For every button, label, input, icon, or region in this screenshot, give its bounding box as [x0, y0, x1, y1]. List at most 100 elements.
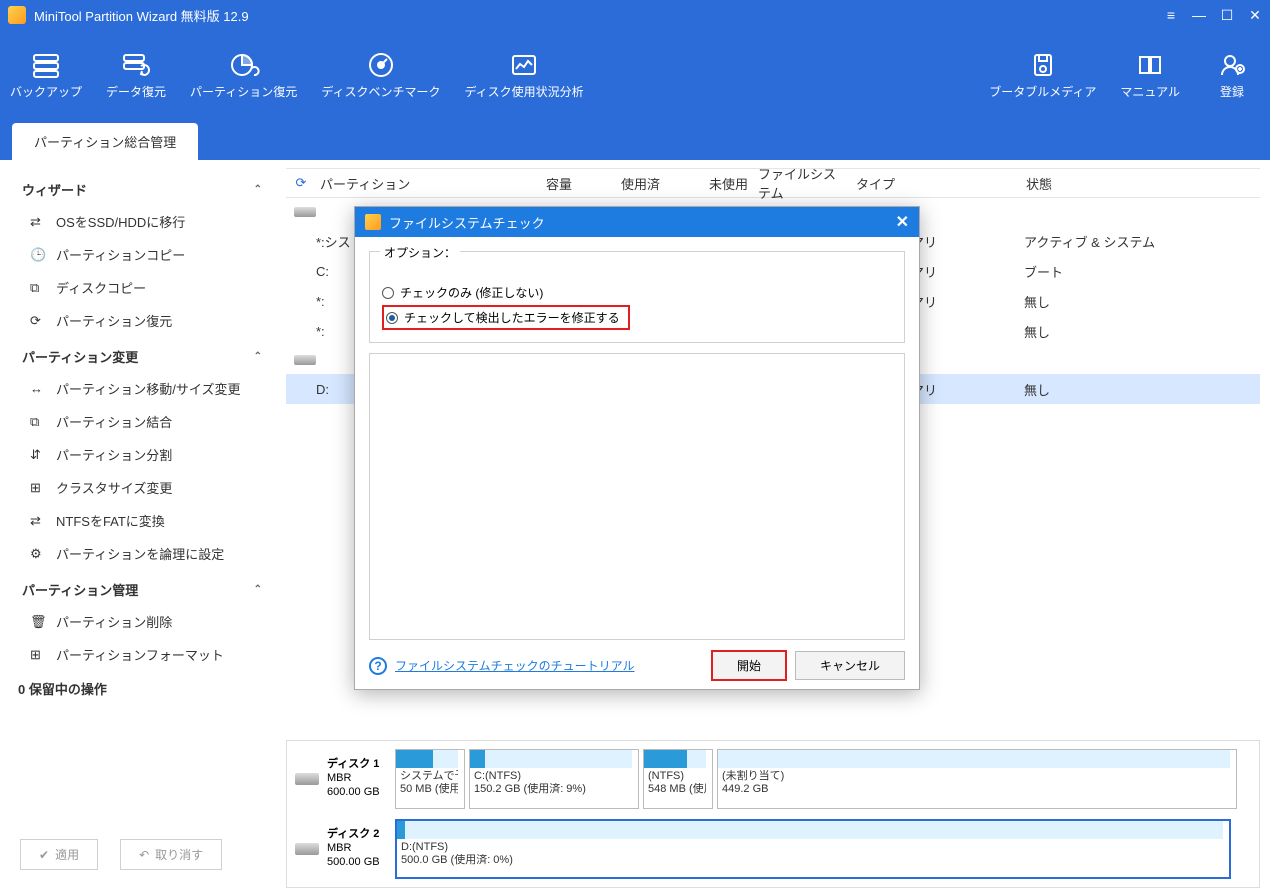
sidebar-item-label: ディスクコピー	[56, 278, 146, 297]
sidebar-item-icon: ⊞	[30, 480, 46, 496]
sidebar-item[interactable]: ⧉ディスクコピー	[0, 271, 280, 304]
partition-recovery-icon	[228, 51, 260, 79]
sidebar-item[interactable]: ⇄NTFSをFATに変換	[0, 504, 280, 537]
options-group: オプション： チェックのみ (修正しない) チェックして検出したエラーを修正する	[369, 251, 905, 343]
partition-size: 150.2 GB (使用済: 9%)	[470, 783, 632, 796]
sidebar-item-label: パーティション復元	[56, 311, 172, 330]
radio-check-and-fix[interactable]: チェックして検出したエラーを修正する	[382, 305, 630, 330]
disk-bar-partition[interactable]: (未割り当て)449.2 GB	[717, 749, 1237, 809]
disk-info: ディスク 2MBR500.00 GB	[327, 828, 380, 869]
sidebar-item[interactable]: ⇄OSをSSD/HDDに移行	[0, 205, 280, 238]
disk-benchmark-label: ディスクベンチマーク	[321, 83, 440, 100]
menu-icon[interactable]: ≡	[1164, 8, 1178, 22]
disk-bar-partition[interactable]: D:(NTFS)500.0 GB (使用済: 0%)	[395, 819, 1231, 879]
title-bar: MiniTool Partition Wizard 無料版 12.9 ≡ — ☐…	[0, 0, 1270, 30]
bootable-media-label: ブータブルメディア	[989, 83, 1096, 100]
sidebar: ウィザード ⌃ ⇄OSをSSD/HDDに移行🕒パーティションコピー⧉ディスクコピ…	[0, 160, 280, 888]
sidebar-item-icon: ⇄	[30, 513, 46, 529]
disk-usage-button[interactable]: ディスク使用状況分析	[464, 51, 583, 100]
sidebar-item[interactable]: ⧉ パーティション結合	[0, 405, 280, 438]
cancel-button[interactable]: キャンセル	[795, 651, 905, 680]
sidebar-item[interactable]: ⇵パーティション分割	[0, 438, 280, 471]
col-free[interactable]: 未使用	[660, 174, 748, 193]
disk-bar-partition[interactable]: システムで予50 MB (使用	[395, 749, 465, 809]
chevron-up-icon: ⌃	[254, 184, 262, 195]
data-recovery-icon	[120, 51, 152, 79]
col-state[interactable]: 状態	[1016, 174, 1260, 193]
sidebar-item-icon: ⚙	[30, 546, 46, 562]
register-icon	[1216, 51, 1248, 79]
bootable-media-button[interactable]: ブータブルメディア	[989, 51, 1096, 100]
partition-state: 無し	[1014, 380, 1260, 399]
col-filesystem[interactable]: ファイルシステム	[748, 164, 846, 202]
disk-usage-label: ディスク使用状況分析	[464, 83, 583, 100]
sidebar-item[interactable]: 🕒パーティションコピー	[0, 238, 280, 271]
dialog-output-area	[369, 353, 905, 640]
sidebar-item-icon: ⧉	[30, 414, 46, 430]
usage-bar	[644, 750, 706, 768]
partition-label: (未割り当て)	[718, 770, 1230, 783]
tab-strip: パーティション総合管理	[0, 120, 1270, 160]
sidebar-item[interactable]: 🗑パーティション削除	[0, 605, 280, 638]
tab-partition-management[interactable]: パーティション総合管理	[12, 123, 198, 160]
chevron-up-icon: ⌃	[254, 351, 262, 362]
dialog-titlebar[interactable]: ファイルシステムチェック ✕	[355, 207, 919, 237]
close-button[interactable]: ✕	[1248, 8, 1262, 22]
sidebar-item[interactable]: ↔パーティション移動/サイズ変更	[0, 372, 280, 405]
data-recovery-button[interactable]: データ復元	[106, 51, 166, 100]
disk-bar-partition[interactable]: C:(NTFS)150.2 GB (使用済: 9%)	[469, 749, 639, 809]
partition-grid-header: ⟳ パーティション 容量 使用済 未使用 ファイルシステム タイプ 状態	[286, 168, 1260, 198]
disk-icon	[294, 355, 316, 365]
partition-size: 50 MB (使用	[396, 783, 458, 796]
partition-state: アクティブ & システム	[1014, 232, 1260, 251]
tutorial-link[interactable]: ファイルシステムチェックのチュートリアル	[395, 657, 635, 674]
minimize-button[interactable]: —	[1192, 8, 1206, 22]
sidebar-header-change[interactable]: パーティション変更 ⌃	[0, 337, 280, 372]
partition-size: 449.2 GB	[718, 783, 1230, 796]
chevron-up-icon: ⌃	[254, 584, 262, 595]
col-used[interactable]: 使用済	[572, 174, 660, 193]
partition-size: 500.0 GB (使用済: 0%)	[397, 854, 1223, 867]
usage-bar	[470, 750, 632, 768]
sidebar-item-label: OSをSSD/HDDに移行	[56, 212, 185, 231]
refresh-button[interactable]: ⟳	[286, 175, 316, 191]
partition-label: C:(NTFS)	[470, 770, 632, 783]
sidebar-header-wizard-label: ウィザード	[22, 180, 87, 199]
disk-bar-partition[interactable]: (NTFS)548 MB (使用	[643, 749, 713, 809]
partition-size: 548 MB (使用	[644, 783, 706, 796]
disk-info: ディスク 1MBR600.00 GB	[327, 758, 380, 799]
radio-icon	[386, 312, 398, 324]
partition-recovery-button[interactable]: パーティション復元	[190, 51, 297, 100]
maximize-button[interactable]: ☐	[1220, 8, 1234, 22]
sidebar-item[interactable]: ⊞クラスタサイズ変更	[0, 471, 280, 504]
usage-bar	[396, 750, 458, 768]
help-icon[interactable]: ?	[369, 657, 387, 675]
dialog-close-button[interactable]: ✕	[896, 212, 909, 232]
undo-button[interactable]: ↶取り消す	[120, 839, 222, 870]
disk-icon	[295, 843, 319, 855]
radio-check-only[interactable]: チェックのみ (修正しない)	[382, 284, 892, 301]
register-button[interactable]: 登録	[1204, 51, 1260, 100]
start-button[interactable]: 開始	[711, 650, 787, 681]
footer-actions: ✔適用 ↶取り消す	[20, 839, 222, 870]
sidebar-header-manage[interactable]: パーティション管理 ⌃	[0, 570, 280, 605]
sidebar-item[interactable]: ⚙パーティションを論理に設定	[0, 537, 280, 570]
backup-button[interactable]: バックアップ	[10, 51, 82, 100]
apply-button[interactable]: ✔適用	[20, 839, 98, 870]
col-partition[interactable]: パーティション	[316, 174, 484, 193]
col-capacity[interactable]: 容量	[484, 174, 572, 193]
dialog-title: ファイルシステムチェック	[389, 213, 545, 232]
col-type[interactable]: タイプ	[846, 174, 1016, 193]
sidebar-header-wizard[interactable]: ウィザード ⌃	[0, 170, 280, 205]
backup-icon	[30, 51, 62, 79]
sidebar-item[interactable]: ⟳パーティション復元	[0, 304, 280, 337]
main-toolbar: バックアップ データ復元 パーティション復元 ディスクベンチマーク ディスク使用…	[0, 30, 1270, 120]
sidebar-item[interactable]: ⊞パーティションフォーマット	[0, 638, 280, 671]
window-controls: ≡ — ☐ ✕	[1164, 8, 1262, 22]
sidebar-item-icon: 🗑	[30, 614, 46, 630]
bootable-media-icon	[1027, 51, 1059, 79]
disk-benchmark-button[interactable]: ディスクベンチマーク	[321, 51, 440, 100]
sidebar-item-label: パーティション結合	[56, 412, 172, 431]
radio-check-and-fix-label: チェックして検出したエラーを修正する	[404, 309, 620, 326]
manual-button[interactable]: マニュアル	[1120, 51, 1180, 100]
